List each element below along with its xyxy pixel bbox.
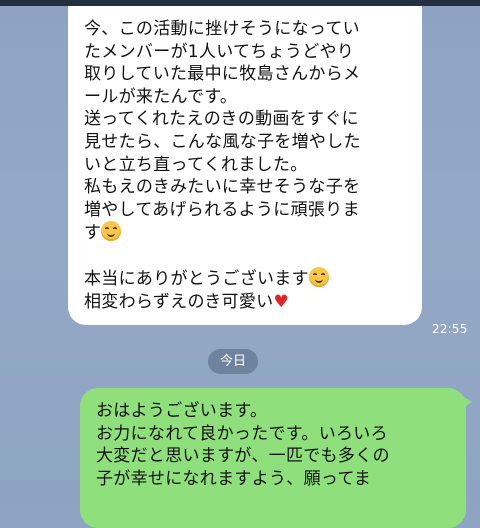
- smiling-face-icon: [308, 266, 329, 287]
- incoming-line-7: いと立ち直ってくれました。: [84, 154, 308, 175]
- incoming-line-4: ールが来たんです。: [84, 86, 238, 107]
- incoming-line-2: たメンバーが1人いてちょうどやり: [84, 41, 355, 62]
- incoming-line-9: 増やしてあげられるように頑張りま: [84, 199, 360, 220]
- outgoing-line-1: おはようございます。: [96, 401, 268, 421]
- red-heart-icon: ♥: [273, 291, 289, 312]
- incoming-line-3: 取りしていた最中に牧島さんからメ: [84, 64, 361, 85]
- smiling-face-icon: [101, 221, 122, 242]
- date-divider: 今日: [208, 349, 258, 374]
- outgoing-line-3: 大変だと思いますが、一匹でも多くの: [96, 446, 390, 467]
- incoming-line-6: 見せたら、こんな風な子を増やした: [84, 131, 361, 152]
- incoming-line-12-text: 相変わらずえのき可愛い: [84, 291, 274, 312]
- incoming-line-10-text: す: [84, 223, 102, 244]
- incoming-line-1: 今、この活動に挫けそうになってい: [84, 19, 360, 39]
- incoming-line-10: す: [84, 221, 406, 245]
- outgoing-line-2: お力になれて良かったです。いろいろ: [96, 423, 388, 444]
- incoming-line-11: 本当にありがとうございます: [84, 266, 406, 291]
- incoming-line-8: 私もえのきみたいに幸せそうな子を: [84, 177, 361, 198]
- incoming-line-12: 相変わらずえのき可愛い♥: [84, 291, 406, 314]
- incoming-line-5: 送ってくれたえのきの動画をすぐに: [84, 109, 359, 130]
- outgoing-message-bubble[interactable]: おはようございます。 お力になれて良かったです。いろいろ 大変だと思いますが、一…: [80, 388, 472, 528]
- incoming-line-11-text: 本当にありがとうございます: [84, 268, 309, 289]
- outgoing-line-4: 子が幸せになれますよう、願ってま: [96, 468, 372, 489]
- message-timestamp: 22:55: [432, 322, 468, 336]
- incoming-message-bubble[interactable]: 今、この活動に挫けそうになってい たメンバーが1人いてちょうどやり 取りしていた…: [68, 6, 422, 326]
